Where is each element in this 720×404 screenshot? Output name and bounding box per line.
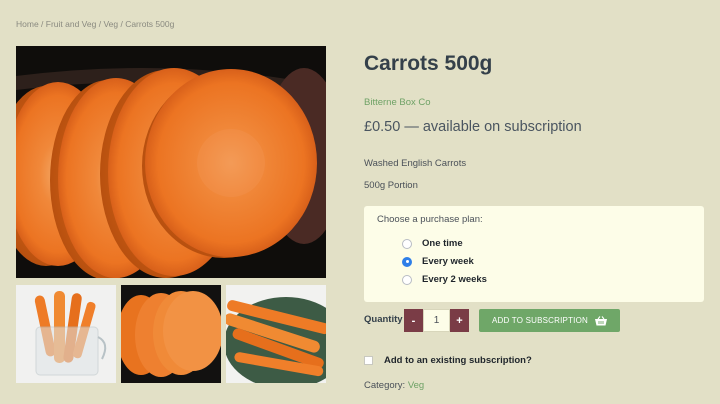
price-amount: £0.50 [364,119,401,135]
price: £0.50 — available on subscription [364,119,582,135]
breadcrumb: Home / Fruit and Veg / Veg / Carrots 500… [16,19,175,29]
quantity-input[interactable] [423,309,450,332]
product-category: Category: Veg [364,380,424,391]
radio-every-week[interactable] [402,256,412,267]
plan-option-label: One time [422,238,463,249]
existing-subscription-option[interactable]: Add to an existing subscription? [364,355,532,366]
category-link-veg[interactable]: Veg [408,380,424,391]
description-line-1: Washed English Carrots [364,158,467,169]
price-suffix: — available on subscription [400,119,582,135]
existing-subscription-checkbox[interactable] [364,356,373,365]
product-main-image[interactable] [16,46,326,278]
breadcrumb-veg[interactable]: Veg [103,19,118,29]
category-prefix: Category: [364,380,408,391]
description-line-2: 500g Portion [364,180,418,191]
add-to-subscription-button[interactable]: ADD TO SUBSCRIPTION [479,309,620,332]
plan-option-one-time[interactable]: One time [402,238,463,249]
add-to-subscription-label: ADD TO SUBSCRIPTION [492,316,588,325]
thumbnail-carrots-in-glass[interactable] [16,285,116,383]
product-title: Carrots 500g [364,52,493,75]
purchase-plan-box: Choose a purchase plan: One time Every w… [364,206,704,302]
plan-option-every-week[interactable]: Every week [402,256,474,267]
radio-one-time[interactable] [402,238,412,249]
quantity-label: Quantity [364,314,403,325]
breadcrumb-current: Carrots 500g [125,19,175,29]
breadcrumb-fruit-and-veg[interactable]: Fruit and Veg [46,19,97,29]
thumbnail-carrots-on-plate[interactable] [226,285,326,383]
existing-subscription-label: Add to an existing subscription? [384,355,532,366]
carrots-glass-image [16,285,116,383]
plan-option-label: Every week [422,256,474,267]
quantity-decrease-button[interactable]: - [404,309,423,332]
breadcrumb-home[interactable]: Home [16,19,39,29]
carrot-slices-thumb-image [121,285,221,383]
radio-every-2-weeks[interactable] [402,274,412,285]
brand-link[interactable]: Bitterne Box Co [364,97,431,108]
plan-option-label: Every 2 weeks [422,274,487,285]
carrots-plate-image [226,285,326,383]
quantity-increase-button[interactable]: + [450,309,469,332]
carrot-slices-image [16,46,326,278]
thumbnail-carrot-slices[interactable] [121,285,221,383]
purchase-plan-heading: Choose a purchase plan: [377,214,483,225]
plan-option-every-2-weeks[interactable]: Every 2 weeks [402,274,487,285]
basket-icon [594,315,607,325]
